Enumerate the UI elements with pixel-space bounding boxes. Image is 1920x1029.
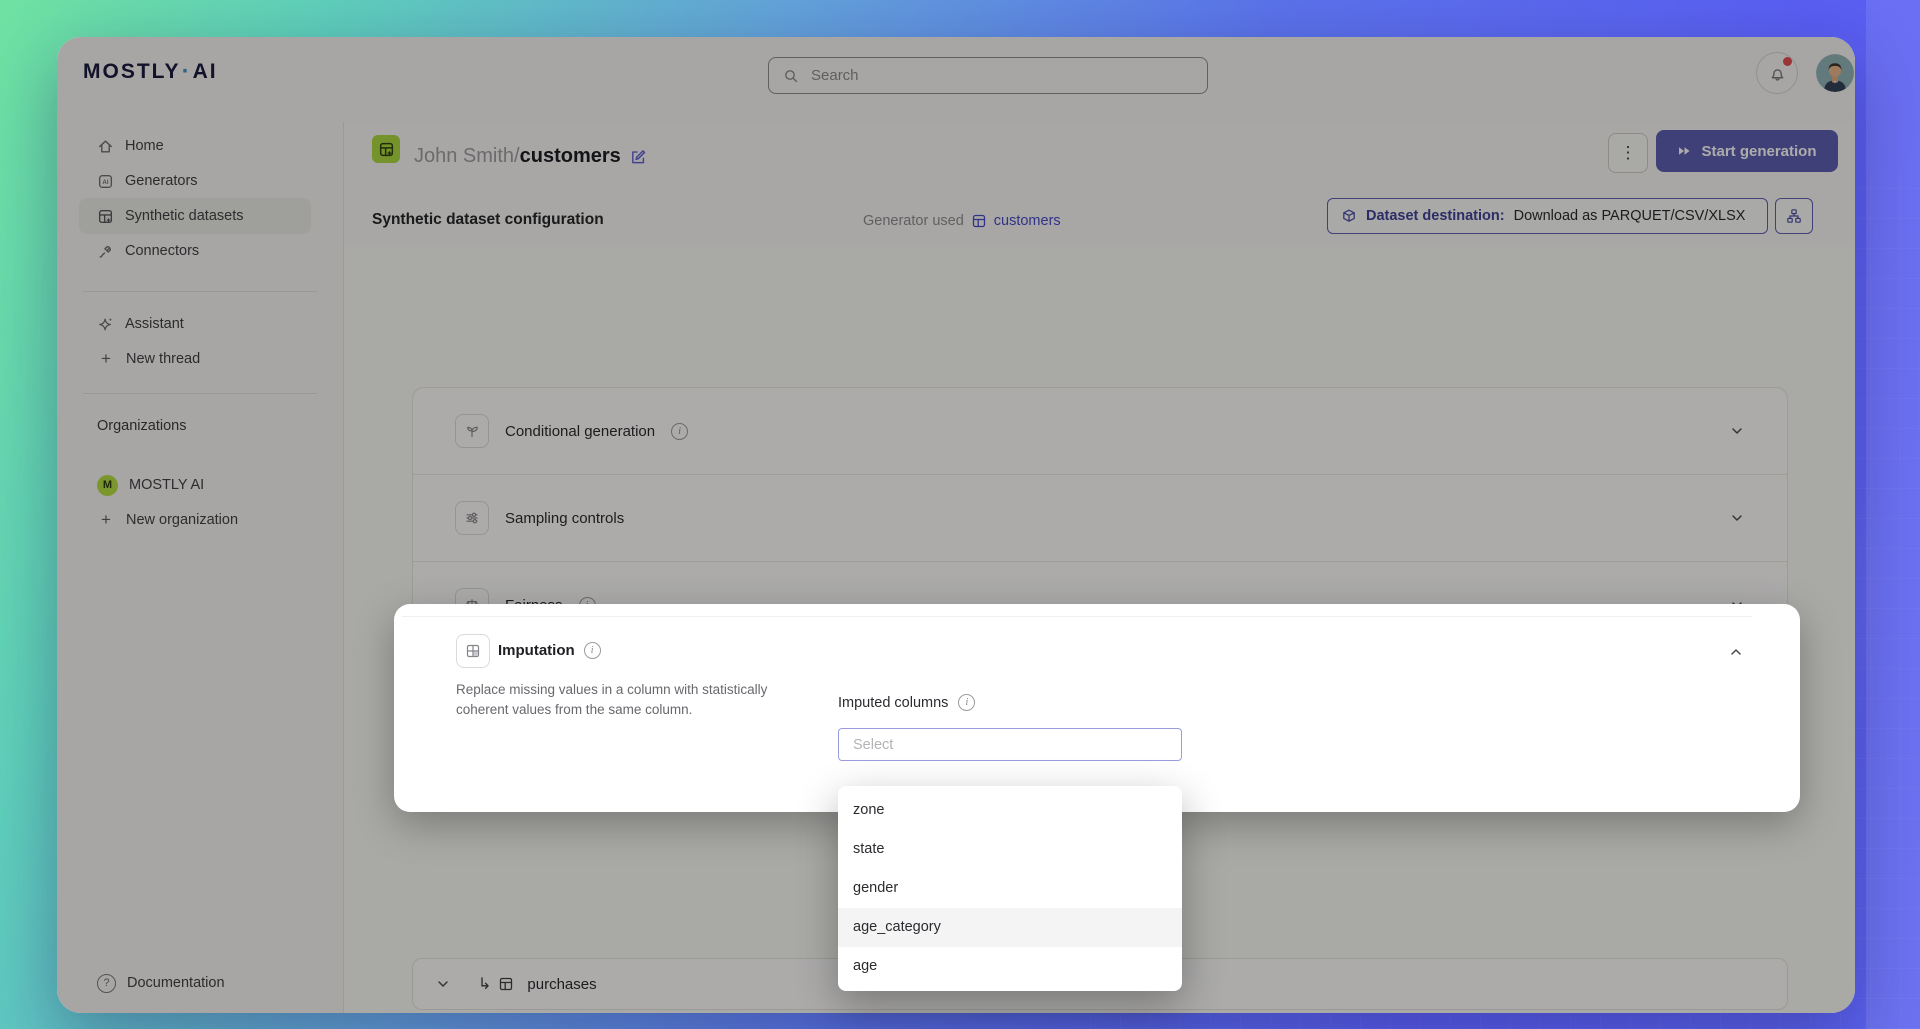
imputed-columns-select[interactable] — [838, 728, 1182, 761]
imputation-label: Imputation — [498, 642, 575, 659]
imputed-columns-input[interactable] — [851, 736, 1169, 754]
dropdown-option-state[interactable]: state — [838, 830, 1182, 869]
imputed-columns-label: Imputed columns — [838, 695, 948, 711]
background-band — [1866, 0, 1920, 1029]
info-icon[interactable]: i — [584, 642, 601, 659]
card-hairline — [402, 616, 1752, 617]
imputation-icon — [456, 634, 490, 668]
info-icon[interactable]: i — [958, 694, 975, 711]
dropdown-option-zone[interactable]: zone — [838, 791, 1182, 830]
screen: MOSTLY · AI — [0, 0, 1920, 1029]
imputation-section-card: Imputation i Replace missing values in a… — [394, 604, 1800, 812]
imputation-header[interactable]: Imputation i — [498, 642, 601, 659]
dropdown-option-age[interactable]: age — [838, 947, 1182, 986]
chevron-up-icon[interactable] — [1728, 644, 1744, 660]
imputed-columns-dropdown: zone state gender age_category age — [838, 786, 1182, 991]
dropdown-option-age-category[interactable]: age_category — [838, 908, 1182, 947]
dropdown-option-gender[interactable]: gender — [838, 869, 1182, 908]
imputation-description: Replace missing values in a column with … — [456, 680, 786, 719]
imputed-columns-field-label: Imputed columns i — [838, 694, 975, 711]
